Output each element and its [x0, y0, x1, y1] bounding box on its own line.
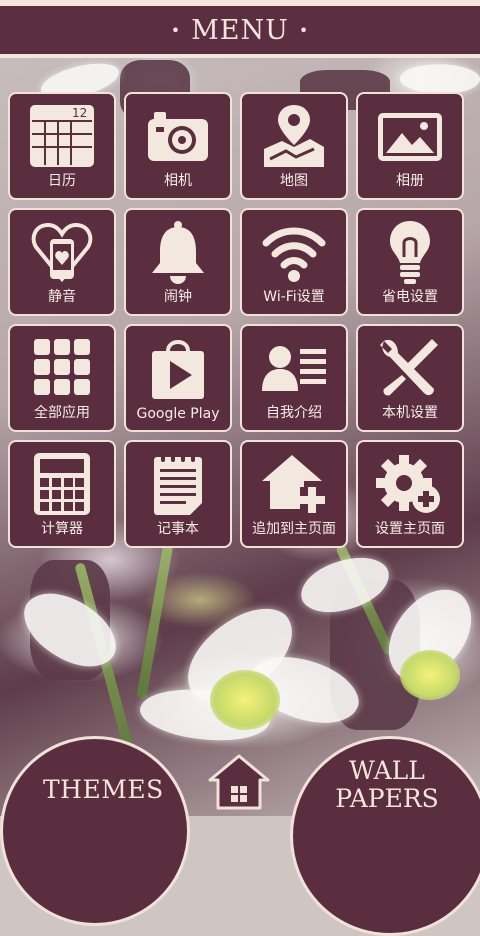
menu-header: • MENU •: [0, 6, 480, 54]
gallery-icon: [358, 100, 462, 172]
add-home-icon: [242, 448, 346, 520]
tile-label: 设置主页面: [375, 521, 445, 537]
calculator-icon: [10, 448, 114, 520]
tile-silent[interactable]: 静音: [8, 208, 116, 316]
page-title: MENU: [191, 14, 289, 46]
tile-label: 省电设置: [382, 289, 438, 305]
camera-icon: [126, 100, 230, 172]
tile-label: 日历: [48, 173, 76, 189]
lightbulb-icon: [358, 216, 462, 288]
home-icon: [208, 754, 270, 810]
tile-label: 自我介绍: [266, 405, 322, 421]
tile-label: 计算器: [41, 521, 83, 537]
tile-label: 静音: [48, 289, 76, 305]
tile-label: Google Play: [136, 406, 220, 422]
tile-device-settings[interactable]: 本机设置: [356, 324, 464, 432]
tile-all-apps[interactable]: 全部应用: [8, 324, 116, 432]
tile-home-settings[interactable]: 设置主页面: [356, 440, 464, 548]
tile-label: 相机: [164, 173, 192, 189]
notepad-icon: [126, 448, 230, 520]
bell-icon: [126, 216, 230, 288]
tile-label: 相册: [396, 173, 424, 189]
calendar-badge: 12: [72, 106, 87, 120]
tile-power-saving[interactable]: 省电设置: [356, 208, 464, 316]
wallpapers-button[interactable]: WALL PAPERS: [290, 736, 480, 936]
tile-map[interactable]: 地图: [240, 92, 348, 200]
tile-alarm[interactable]: 闹钟: [124, 208, 232, 316]
tile-label: 闹钟: [164, 289, 192, 305]
wallpapers-label-line1: WALL: [349, 756, 425, 785]
gear-plus-icon: [358, 448, 462, 520]
tile-camera[interactable]: 相机: [124, 92, 232, 200]
tile-add-to-home[interactable]: 追加到主页面: [240, 440, 348, 548]
header-dot-right: •: [298, 20, 310, 40]
profile-icon: [242, 332, 346, 404]
tile-label: 全部应用: [34, 405, 90, 421]
tile-calendar[interactable]: 12 日历: [8, 92, 116, 200]
silent-phone-heart-icon: [10, 216, 114, 288]
tile-label: 记事本: [157, 521, 199, 537]
tile-profile[interactable]: 自我介绍: [240, 324, 348, 432]
tile-label: 追加到主页面: [252, 521, 336, 537]
themes-button[interactable]: THEMES: [0, 736, 190, 926]
home-button[interactable]: [206, 752, 272, 812]
wifi-icon: [242, 216, 346, 288]
tile-notepad[interactable]: 记事本: [124, 440, 232, 548]
header-divider: [0, 54, 480, 58]
tile-label: 本机设置: [382, 405, 438, 421]
calendar-icon: 12: [10, 100, 114, 172]
tile-gallery[interactable]: 相册: [356, 92, 464, 200]
tools-icon: [358, 332, 462, 404]
tile-wifi[interactable]: Wi-Fi设置: [240, 208, 348, 316]
header-dot-left: •: [170, 20, 182, 40]
themes-label: THEMES: [43, 775, 164, 804]
play-store-icon: [126, 332, 230, 404]
apps-grid-icon: [10, 332, 114, 404]
tile-calculator[interactable]: 计算器: [8, 440, 116, 548]
wallpapers-label-line2: PAPERS: [335, 784, 439, 813]
tile-label: 地图: [280, 173, 308, 189]
tile-google-play[interactable]: Google Play: [124, 324, 232, 432]
map-icon: [242, 100, 346, 172]
tile-label: Wi-Fi设置: [263, 289, 325, 305]
